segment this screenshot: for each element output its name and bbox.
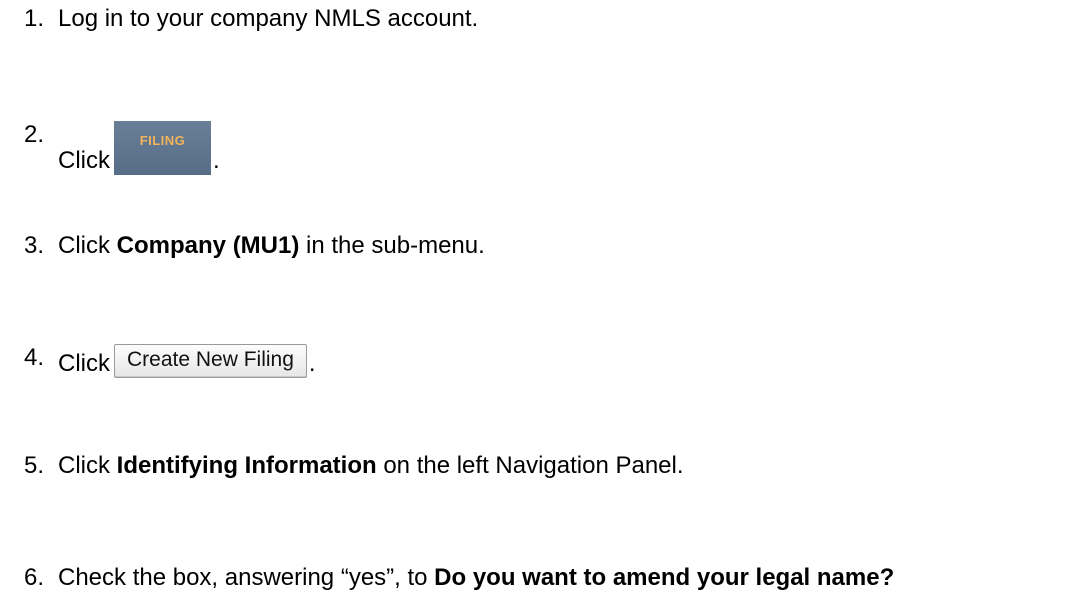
step-prefix: Click — [58, 452, 117, 479]
filing-tab-button[interactable]: FILING — [114, 121, 211, 175]
step-number: 2. — [23, 121, 44, 148]
step-text: Click Create New Filing. — [58, 344, 316, 378]
step-bold-term: Identifying Information — [116, 452, 377, 479]
step-number: 6. — [23, 564, 44, 591]
step-text: Check the box, answering “yes”, to Do yo… — [58, 564, 894, 592]
step-text: Click Identifying Information on the lef… — [58, 452, 684, 480]
step-prefix: Click — [58, 232, 117, 259]
step-prefix: Click — [58, 350, 110, 377]
step-suffix: on the left Navigation Panel. — [376, 452, 684, 479]
step-number: 4. — [23, 344, 44, 371]
step-suffix: in the sub-menu. — [299, 232, 485, 259]
create-new-filing-button[interactable]: Create New Filing — [114, 344, 307, 378]
step-prefix: Check the box, answering “yes”, to — [58, 564, 435, 591]
step-suffix: . — [213, 147, 220, 174]
step-suffix: . — [308, 350, 316, 377]
step-bold-term: Do you want to amend your legal name? — [434, 564, 895, 591]
step-number: 1. — [23, 5, 44, 32]
step-number: 3. — [23, 232, 44, 259]
step-text: ClickFILING. — [58, 121, 220, 175]
step-bold-term: Company (MU1) — [116, 232, 300, 259]
step-prefix: Click — [58, 147, 110, 174]
step-number: 5. — [23, 452, 44, 479]
step-text: Log in to your company NMLS account. — [58, 5, 479, 32]
step-text: Click Company (MU1) in the sub-menu. — [58, 232, 485, 260]
